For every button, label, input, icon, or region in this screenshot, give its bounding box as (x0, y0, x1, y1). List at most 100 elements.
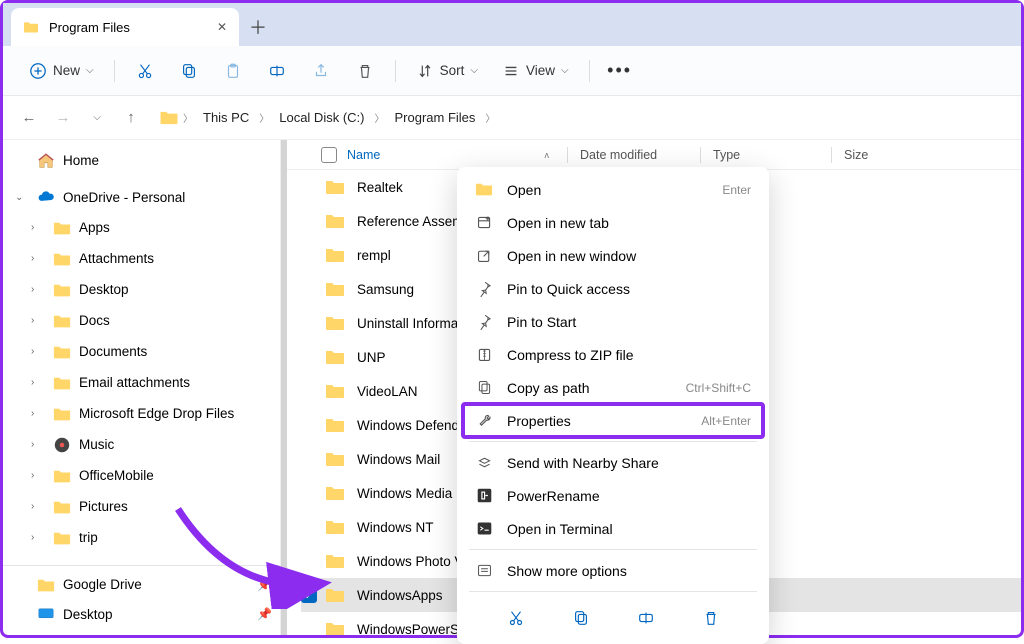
cm-nearby-share[interactable]: Send with Nearby Share (463, 446, 763, 479)
sidebar-item[interactable]: › Documents (3, 336, 280, 367)
folder-icon (53, 374, 71, 392)
sort-button[interactable]: Sort ⌵ (406, 53, 488, 89)
sidebar-home[interactable]: Home (3, 146, 280, 175)
tab-program-files[interactable]: Program Files ✕ (11, 8, 239, 46)
column-name[interactable]: Nameʌ (347, 148, 567, 162)
cm-open-new-tab[interactable]: Open in new tab (463, 206, 763, 239)
new-button[interactable]: New ⌵ (19, 53, 104, 89)
new-tab-button[interactable]: ＋ (239, 8, 277, 46)
tab-bar: Program Files ✕ ＋ (3, 3, 1021, 46)
cm-compress[interactable]: Compress to ZIP file (463, 338, 763, 371)
more-button[interactable]: ••• (600, 53, 640, 89)
breadcrumb-segment[interactable]: Local Disk (C:) (273, 106, 370, 129)
sidebar-item[interactable]: › Docs (3, 305, 280, 336)
desktop-icon (37, 605, 55, 623)
folder-icon (159, 109, 179, 126)
copy-path-icon (475, 379, 493, 397)
cm-properties[interactable]: Properties Alt+Enter (463, 404, 763, 437)
scrollbar[interactable] (281, 140, 287, 635)
copy-icon (572, 609, 590, 627)
sidebar-item[interactable]: › Pictures (3, 491, 280, 522)
wrench-icon (475, 412, 493, 430)
nav-bar: ← → ⌵ ↑ 〉 This PC 〉 Local Disk (C:) 〉 Pr… (3, 96, 1021, 140)
cm-terminal[interactable]: Open in Terminal (463, 512, 763, 545)
zip-icon (475, 346, 493, 364)
sidebar-item-desktop[interactable]: Desktop 📌 (3, 600, 280, 629)
sidebar-item[interactable]: › OfficeMobile (3, 460, 280, 491)
rename-icon (637, 609, 655, 627)
chevron-down-icon: ⌵ (470, 65, 478, 76)
sidebar-item[interactable]: › Music (3, 429, 280, 460)
chevron-right-icon: 〉 (259, 110, 269, 125)
folder-icon (325, 586, 345, 604)
up-button[interactable]: ↑ (117, 104, 145, 132)
pin-icon (475, 313, 493, 331)
cm-pin-quick[interactable]: Pin to Quick access (463, 272, 763, 305)
share-button[interactable] (301, 53, 341, 89)
chevron-down-icon: ⌵ (86, 65, 94, 76)
breadcrumb: 〉 This PC 〉 Local Disk (C:) 〉 Program Fi… (159, 106, 495, 129)
sidebar-item[interactable]: › Attachments (3, 243, 280, 274)
sidebar-item-google-drive[interactable]: Google Drive 📌 (3, 570, 280, 599)
folder-icon (53, 498, 71, 516)
file-name: Realtek (357, 180, 403, 195)
column-size[interactable]: Size (844, 148, 924, 162)
folder-icon (53, 467, 71, 485)
open-new-window-icon (475, 247, 493, 265)
cut-button[interactable] (125, 53, 165, 89)
music-folder-icon (53, 436, 71, 454)
file-name: rempl (357, 248, 391, 263)
chevron-right-icon: › (31, 284, 45, 295)
select-all-checkbox[interactable] (321, 147, 337, 163)
folder-icon (53, 281, 71, 299)
clipboard-icon (224, 62, 242, 80)
folder-icon (53, 250, 71, 268)
close-tab-button[interactable]: ✕ (217, 20, 227, 34)
column-type[interactable]: Type (713, 148, 831, 162)
sidebar-item[interactable]: › Apps (3, 212, 280, 243)
trash-icon (702, 609, 720, 627)
cm-rename[interactable] (630, 602, 662, 634)
cm-more-options[interactable]: Show more options (463, 554, 763, 587)
pin-icon: 📌 (257, 578, 272, 592)
scissors-icon (136, 62, 154, 80)
more-options-icon (475, 562, 493, 580)
chevron-right-icon: 〉 (374, 110, 384, 125)
folder-icon (53, 219, 71, 237)
file-name: Uninstall Informat (357, 316, 462, 331)
cm-copy-path[interactable]: Copy as path Ctrl+Shift+C (463, 371, 763, 404)
cm-copy[interactable] (565, 602, 597, 634)
row-checkbox[interactable]: ✓ (301, 587, 317, 603)
folder-icon (325, 314, 345, 332)
back-button[interactable]: ← (15, 104, 43, 132)
cm-open-new-window[interactable]: Open in new window (463, 239, 763, 272)
folder-icon (53, 529, 71, 547)
rename-icon (268, 62, 286, 80)
sidebar-item[interactable]: › Email attachments (3, 367, 280, 398)
sidebar-item[interactable]: › trip (3, 522, 280, 553)
home-icon (37, 152, 55, 170)
folder-icon (475, 181, 493, 199)
cm-delete[interactable] (695, 602, 727, 634)
cm-cut[interactable] (500, 602, 532, 634)
copy-button[interactable] (169, 53, 209, 89)
file-name: VideoLAN (357, 384, 418, 399)
cm-powerrename[interactable]: PowerRename (463, 479, 763, 512)
paste-button[interactable] (213, 53, 253, 89)
sidebar-item[interactable]: › Desktop (3, 274, 280, 305)
chevron-right-icon: › (31, 439, 45, 450)
chevron-right-icon: › (31, 408, 45, 419)
forward-button[interactable]: → (49, 104, 77, 132)
sidebar-item[interactable]: › Microsoft Edge Drop Files (3, 398, 280, 429)
cm-open[interactable]: Open Enter (463, 173, 763, 206)
column-date[interactable]: Date modified (580, 148, 700, 162)
view-button[interactable]: View ⌵ (492, 53, 579, 89)
breadcrumb-segment[interactable]: This PC (197, 106, 255, 129)
breadcrumb-segment[interactable]: Program Files (388, 106, 481, 129)
rename-button[interactable] (257, 53, 297, 89)
plus-circle-icon (29, 62, 47, 80)
cm-pin-start[interactable]: Pin to Start (463, 305, 763, 338)
sidebar-onedrive[interactable]: ⌄ OneDrive - Personal (3, 183, 280, 212)
delete-button[interactable] (345, 53, 385, 89)
recent-button[interactable]: ⌵ (83, 104, 111, 132)
